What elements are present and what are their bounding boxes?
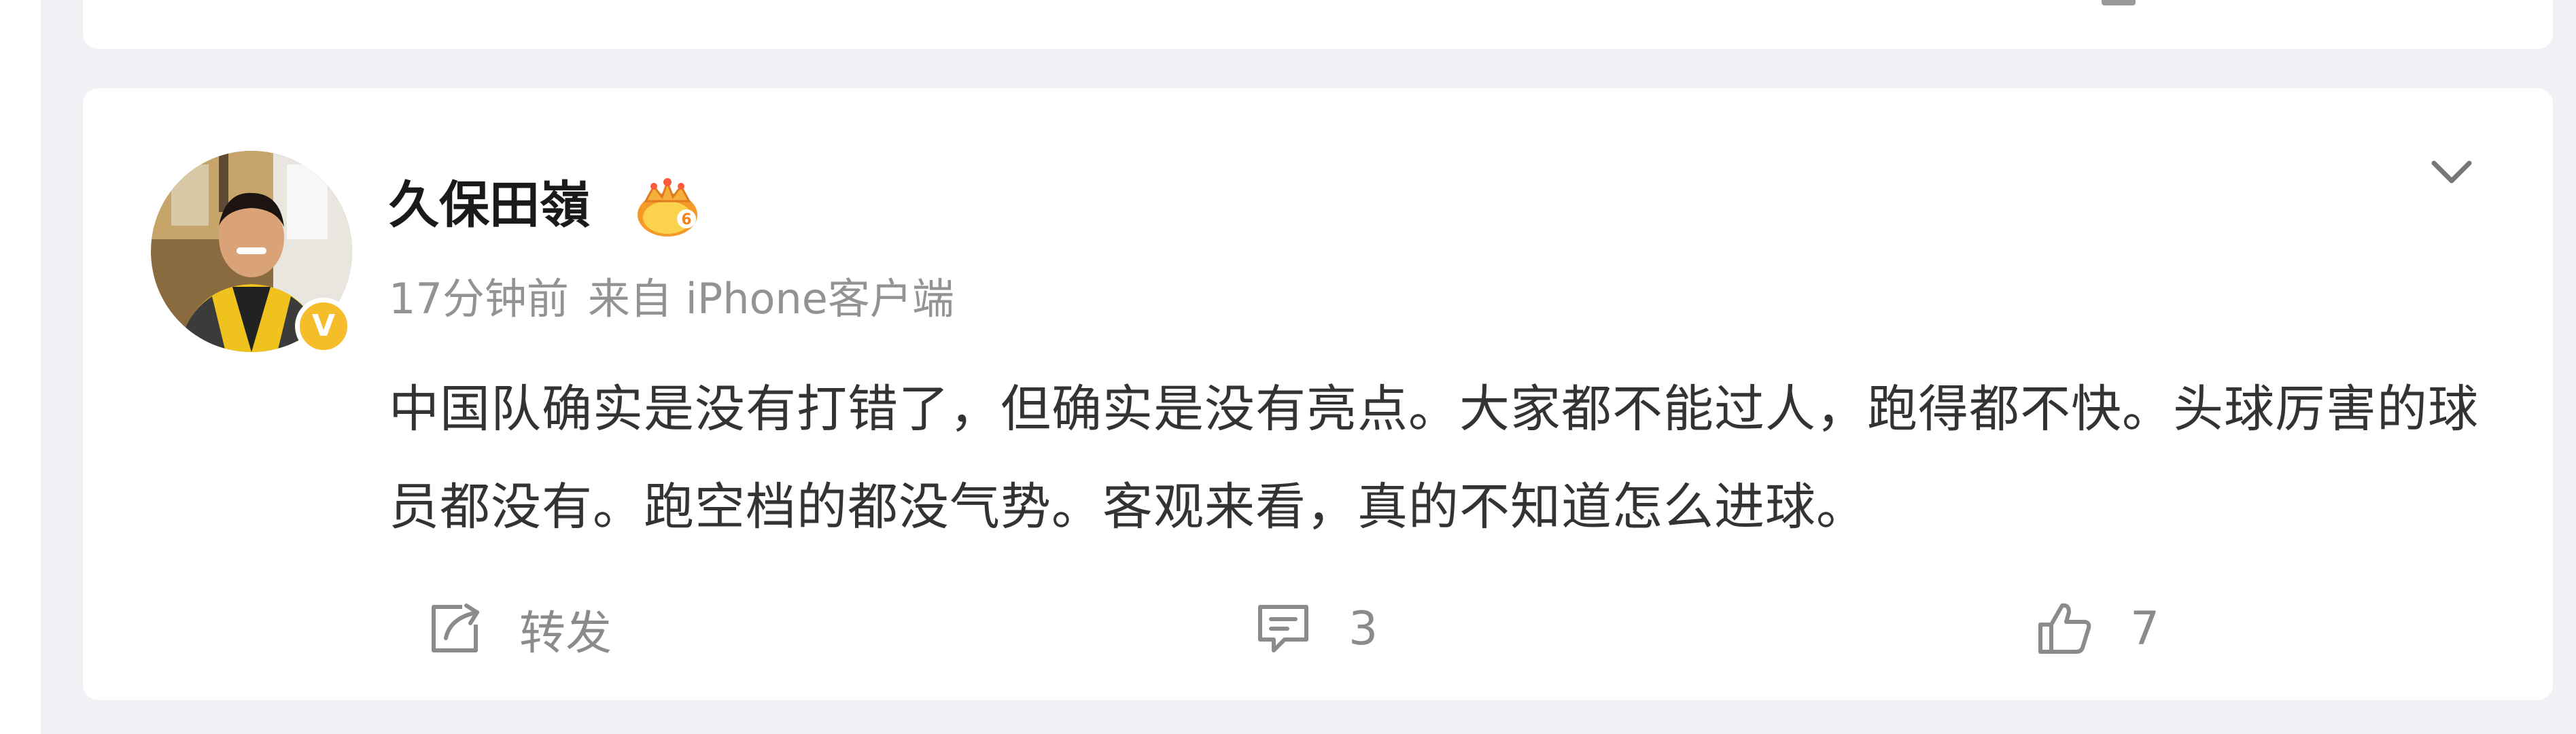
thumbs-up-icon <box>2038 603 2091 654</box>
post-time[interactable]: 17分钟前 <box>389 274 569 324</box>
member-crown-icon[interactable]: 6 <box>633 177 701 238</box>
author-name[interactable]: 久保田嶺 <box>389 171 590 239</box>
feed-page: V 久保田嶺 6 17分钟前 来自 iPhone客户端 中国队确实是没有打错了，但… <box>0 0 2576 734</box>
verified-badge-icon: V <box>295 298 352 355</box>
previous-post-action-icon[interactable] <box>2102 0 2136 5</box>
previous-post-card <box>83 0 2553 49</box>
svg-text:6: 6 <box>681 211 691 228</box>
like-button[interactable]: 7 <box>2034 595 2159 663</box>
forward-label: 转发 <box>519 606 612 661</box>
comment-count: 3 <box>1348 601 1378 656</box>
left-gutter <box>0 0 41 734</box>
post-meta: 17分钟前 来自 iPhone客户端 <box>389 272 954 326</box>
share-icon <box>432 604 479 652</box>
post-text: 中国队确实是没有打错了，但确实是没有亮点。大家都不能过人，跑得都不快。头球厉害的… <box>389 380 2479 536</box>
chevron-down-icon[interactable] <box>2424 144 2479 198</box>
like-count: 7 <box>2130 601 2160 656</box>
forward-button[interactable]: 转发 <box>423 595 612 663</box>
post-card: V 久保田嶺 6 17分钟前 来自 iPhone客户端 中国队确实是没有打错了，但… <box>83 88 2553 700</box>
comment-button[interactable]: 3 <box>1252 595 1378 663</box>
comment-icon <box>1258 605 1308 652</box>
verified-badge-mark: V <box>311 309 336 343</box>
post-source: 来自 iPhone客户端 <box>587 274 954 324</box>
